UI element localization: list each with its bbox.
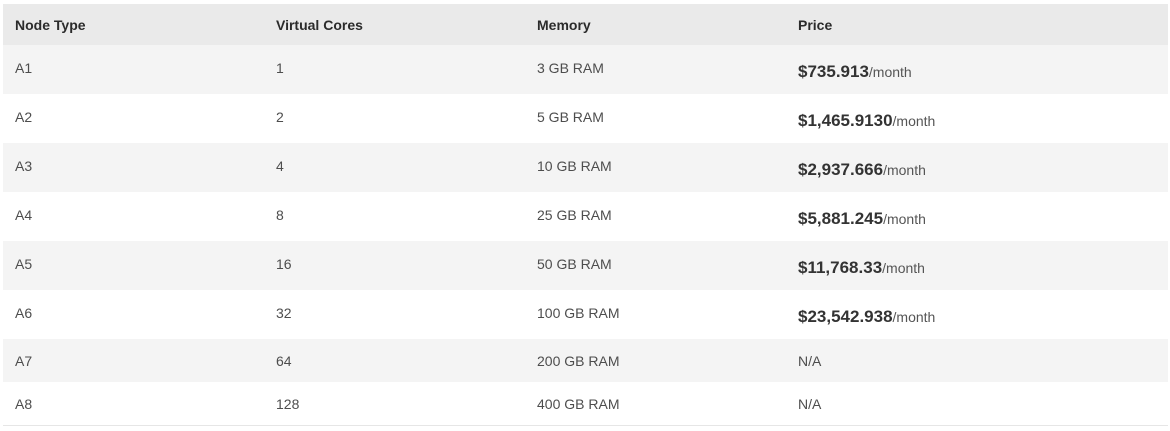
memory-cell: 400 GB RAM [537,396,620,412]
table-row: A6 32 100 GB RAM $23,542.938/month [3,290,1168,339]
price-unit: /month [882,260,925,276]
virtual-cores-cell: 4 [276,158,284,174]
node-type-cell: A1 [15,60,33,76]
price-amount: $735.913 [798,62,869,81]
table-row: A5 16 50 GB RAM $11,768.33/month [3,241,1168,290]
virtual-cores-cell: 32 [276,305,292,321]
memory-cell: 50 GB RAM [537,256,612,272]
price-cell: N/A [798,353,822,369]
table-body: A1 1 3 GB RAM $735.913/month A2 2 5 GB R… [3,45,1168,425]
header-row: Node Type Virtual Cores Memory Price [3,4,1168,45]
header-memory: Memory [537,16,591,33]
price-cell: $11,768.33/month [786,241,1168,290]
memory-cell: 3 GB RAM [537,60,604,76]
table-row: A7 64 200 GB RAM N/A [3,339,1168,382]
price-unit: /month [883,162,926,178]
price-cell: $1,465.9130/month [786,94,1168,143]
table-header: Node Type Virtual Cores Memory Price [3,4,1168,45]
virtual-cores-cell: 8 [276,207,284,223]
table-row: A4 8 25 GB RAM $5,881.245/month [3,192,1168,241]
header-node-type: Node Type [15,16,86,33]
node-type-cell: A5 [15,256,33,272]
memory-cell: 100 GB RAM [537,305,620,321]
price-cell: $23,542.938/month [786,290,1168,339]
price-unit: /month [883,211,926,227]
pricing-table: Node Type Virtual Cores Memory Price A1 … [3,4,1168,426]
node-type-cell: A7 [15,353,33,369]
node-type-cell: A6 [15,305,33,321]
price-amount: $5,881.245 [798,209,884,228]
price-cell: $735.913/month [786,45,1168,94]
virtual-cores-cell: 2 [276,109,284,125]
table-row: A3 4 10 GB RAM $2,937.666/month [3,143,1168,192]
table-row: A8 128 400 GB RAM N/A [3,382,1168,425]
price-unit: /month [868,64,912,80]
node-type-cell: A3 [15,158,33,174]
price-cell: $2,937.666/month [786,143,1168,192]
price-cell: $5,881.245/month [786,192,1168,241]
table-row: A1 1 3 GB RAM $735.913/month [3,45,1168,94]
virtual-cores-cell: 16 [276,256,292,272]
price-amount: $2,937.666 [798,160,884,179]
table-row: A2 2 5 GB RAM $1,465.9130/month [3,94,1168,143]
memory-cell: 10 GB RAM [537,158,612,174]
node-type-cell: A2 [15,109,33,125]
price-amount: $1,465.9130 [798,111,893,130]
price-unit: /month [892,113,936,129]
virtual-cores-cell: 1 [276,60,284,76]
memory-cell: 5 GB RAM [537,109,604,125]
price-unit: /month [892,309,936,325]
header-price: Price [798,16,833,33]
memory-cell: 200 GB RAM [537,353,620,369]
price-amount: $23,542.938 [798,307,893,326]
pricing-table-container: Node Type Virtual Cores Memory Price A1 … [3,4,1168,426]
node-type-cell: A8 [15,396,33,412]
price-cell: N/A [798,396,822,412]
virtual-cores-cell: 64 [276,353,292,369]
virtual-cores-cell: 128 [276,396,300,412]
memory-cell: 25 GB RAM [537,207,612,223]
node-type-cell: A4 [15,207,33,223]
header-virtual-cores: Virtual Cores [276,16,363,33]
price-amount: $11,768.33 [798,258,883,277]
